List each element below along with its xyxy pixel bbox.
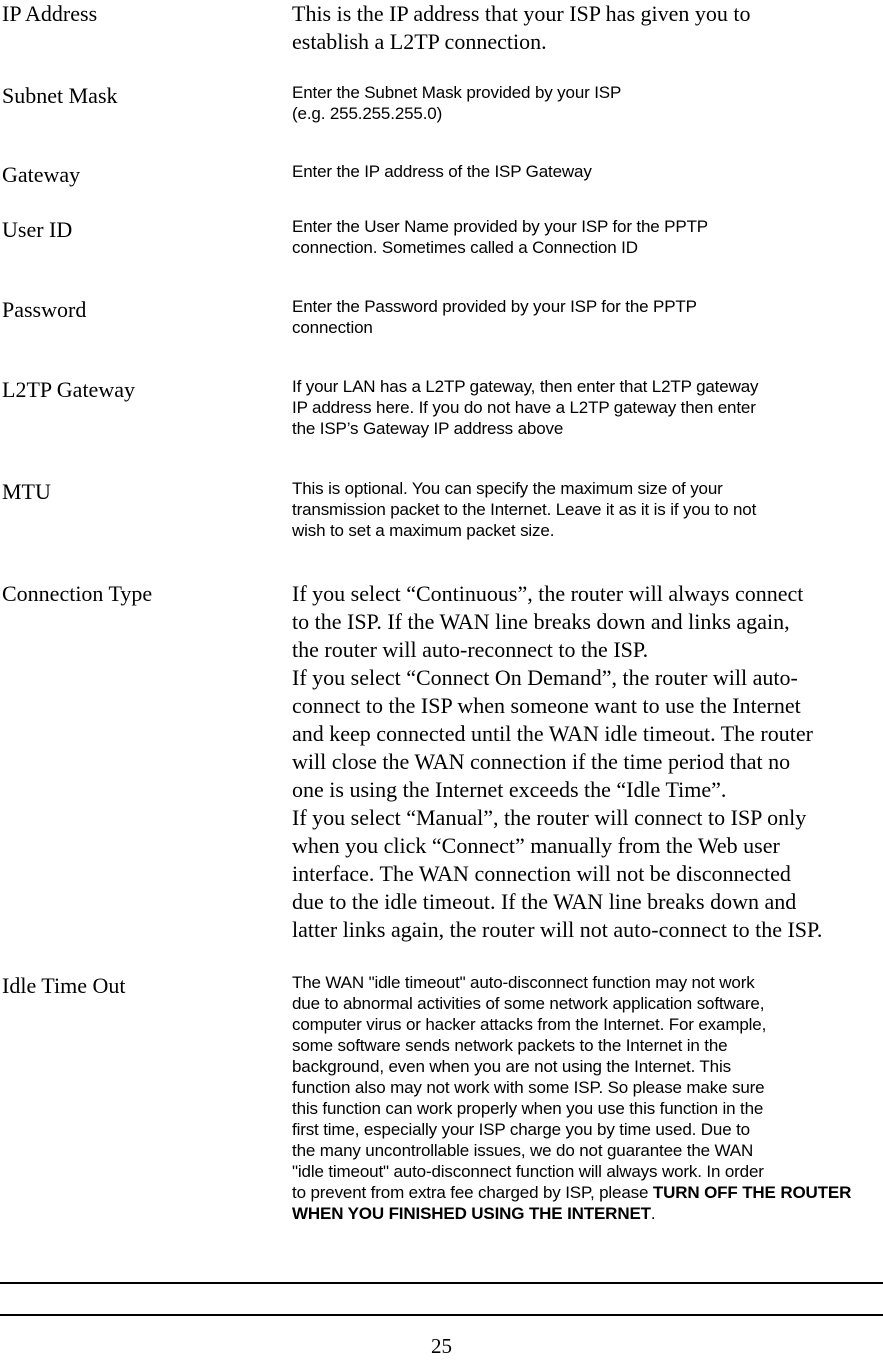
description-paragraph: This is the IP address that your ISP has… [292,0,880,56]
description-line: and keep connected until the WAN idle ti… [292,721,813,746]
definition-description: Enter the IP address of the ISP Gateway [292,161,880,182]
description-line: If your LAN has a L2TP gateway, then ent… [292,377,759,396]
definition-term: IP Address [2,1,98,26]
definition-term: Idle Time Out [2,973,126,998]
description-line: this function can work properly when you… [292,1099,764,1118]
definition-description: Enter the Password provided by your ISP … [292,296,880,338]
description-line: one is using the Internet exceeds the “I… [292,777,727,802]
definition-description: Enter the User Name provided by your ISP… [292,216,880,258]
definition-term: L2TP Gateway [2,377,135,402]
description-paragraph: This is optional. You can specify the ma… [292,478,880,541]
definition-description: This is the IP address that your ISP has… [292,0,880,56]
description-line: If you select “Manual”, the router will … [292,805,807,830]
description-line: IP address here. If you do not have a L2… [292,398,756,417]
footer-rule-bottom [0,1314,883,1316]
definition-description: If your LAN has a L2TP gateway, then ent… [292,376,880,439]
description-line: background, even when you are not using … [292,1057,731,1076]
sentence-terminator: . [650,1204,656,1223]
description-line: some software sends network packets to t… [292,1036,728,1055]
description-paragraph: Enter the Password provided by your ISP … [292,296,880,338]
description-line: This is the IP address that your ISP has… [292,1,751,26]
description-line: This is optional. You can specify the ma… [292,479,723,498]
description-line: connection. Sometimes called a Connectio… [292,238,638,257]
description-line: "idle timeout" auto-disconnect function … [292,1162,764,1181]
definition-term: Gateway [2,162,81,187]
description-line: the router will auto-reconnect to the IS… [292,637,649,662]
description-line: when you click “Connect” manually from t… [292,833,780,858]
description-line: wish to set a maximum packet size. [292,521,555,540]
description-line: interface. The WAN connection will not b… [292,861,791,886]
definition-description: If you select “Continuous”, the router w… [292,580,880,944]
description-line: connection [292,318,373,337]
description-line: due to abnormal activities of some netwo… [292,994,765,1013]
description-line: will close the WAN connection if the tim… [292,749,791,774]
description-line: latter links again, the router will not … [292,917,823,942]
description-paragraph: If your LAN has a L2TP gateway, then ent… [292,376,880,439]
description-line: the ISP’s Gateway IP address above [292,419,564,438]
description-line: connect to the ISP when someone want to … [292,693,801,718]
footer-rule-top [0,1282,883,1284]
description-paragraph: Enter the IP address of the ISP Gateway [292,161,880,182]
description-line: The WAN "idle timeout" auto-disconnect f… [292,973,755,992]
description-line: (e.g. 255.255.255.0) [292,104,443,123]
description-line: If you select “Connect On Demand”, the r… [292,665,798,690]
description-line: first time, especially your ISP charge y… [292,1120,750,1139]
definition-term: User ID [2,217,73,242]
description-line: due to the idle timeout. If the WAN line… [292,889,797,914]
description-line: Enter the Subnet Mask provided by your I… [292,83,622,102]
description-line: function also may not work with some ISP… [292,1078,765,1097]
definition-description: Enter the Subnet Mask provided by your I… [292,82,880,124]
page-number: 25 [431,1334,452,1358]
definition-term: MTU [2,479,51,504]
description-line: Enter the User Name provided by your ISP… [292,217,708,236]
description-line: transmission packet to the Internet. Lea… [292,500,757,519]
description-line: computer virus or hacker attacks from th… [292,1015,767,1034]
description-line: Enter the Password provided by your ISP … [292,297,697,316]
description-paragraph: The WAN "idle timeout" auto-disconnect f… [292,972,880,1224]
definition-term: Connection Type [2,581,153,606]
document-page: IP Address This is the IP address that yo… [0,0,883,1367]
definition-term: Password [2,297,87,322]
definition-description: The WAN "idle timeout" auto-disconnect f… [292,972,880,1224]
definition-description: This is optional. You can specify the ma… [292,478,880,541]
description-line: If you select “Continuous”, the router w… [292,581,804,606]
description-line: to prevent from extra fee charged by ISP… [292,1183,653,1202]
description-paragraph: Enter the User Name provided by your ISP… [292,216,880,258]
description-line: the many uncontrollable issues, we do no… [292,1141,754,1160]
description-paragraph: Enter the Subnet Mask provided by your I… [292,82,880,124]
description-line: Enter the IP address of the ISP Gateway [292,162,592,181]
description-line: establish a L2TP connection. [292,29,547,54]
definition-term: Subnet Mask [2,83,118,108]
description-paragraph: If you select “Continuous”, the router w… [292,580,880,944]
description-line: to the ISP. If the WAN line breaks down … [292,609,790,634]
